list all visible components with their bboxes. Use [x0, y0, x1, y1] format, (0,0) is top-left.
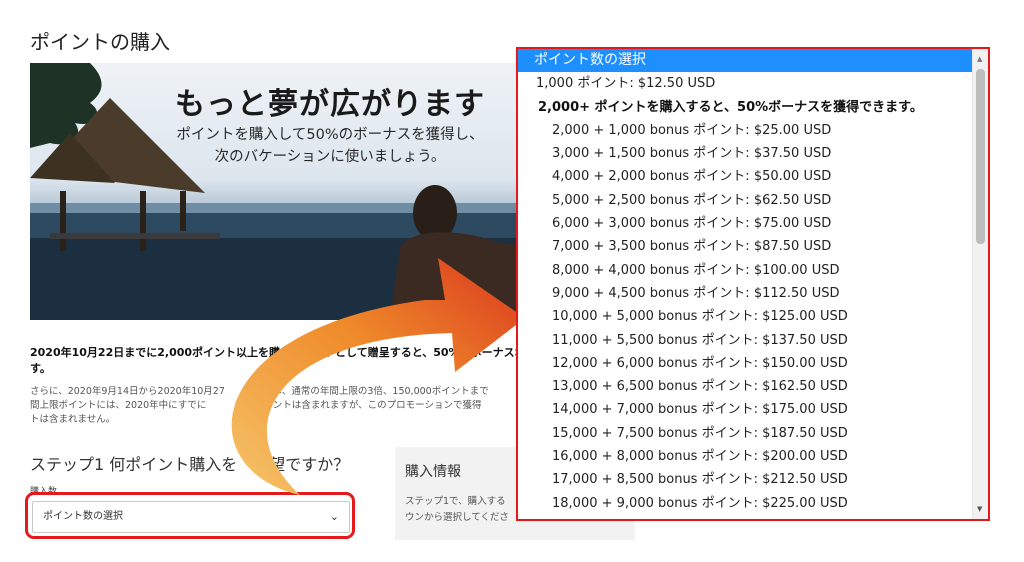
- scroll-down-icon[interactable]: ▼: [977, 505, 982, 513]
- dropdown-option[interactable]: 3,000 + 1,500 bonus ポイント: $37.50 USD: [518, 142, 974, 165]
- dropdown-option[interactable]: 7,000 + 3,500 bonus ポイント: $87.50 USD: [518, 235, 974, 258]
- dropdown-option[interactable]: 8,000 + 4,000 bonus ポイント: $100.00 USD: [518, 259, 974, 282]
- scrollbar-thumb[interactable]: [976, 69, 985, 244]
- dropdown-option[interactable]: 9,000 + 4,500 bonus ポイント: $112.50 USD: [518, 282, 974, 305]
- dropdown-option[interactable]: 6,000 + 3,000 bonus ポイント: $75.00 USD: [518, 212, 974, 235]
- dropdown-option[interactable]: 5,000 + 2,500 bonus ポイント: $62.50 USD: [518, 189, 974, 212]
- dropdown-option[interactable]: 14,000 + 7,000 bonus ポイント: $175.00 USD: [518, 398, 974, 421]
- arrow-shape: [231, 258, 525, 495]
- dropdown-option[interactable]: 18,000 + 9,000 bonus ポイント: $225.00 USD: [518, 492, 974, 515]
- dropdown-option[interactable]: 12,000 + 6,000 bonus ポイント: $150.00 USD: [518, 352, 974, 375]
- dropdown-option[interactable]: 2,000 + 1,000 bonus ポイント: $25.00 USD: [518, 119, 974, 142]
- dropdown-option[interactable]: 10,000 + 5,000 bonus ポイント: $125.00 USD: [518, 305, 974, 328]
- dropdown-option[interactable]: 17,000 + 8,500 bonus ポイント: $212.50 USD: [518, 468, 974, 491]
- dropdown-option[interactable]: 11,000 + 5,500 bonus ポイント: $137.50 USD: [518, 329, 974, 352]
- dropdown-group-label: 2,000+ ポイントを購入すると、50%ボーナスを獲得できます。: [538, 99, 923, 115]
- dropdown-option[interactable]: 1,000 ポイント: $12.50 USD: [518, 72, 974, 95]
- dropdown-options: ポイント数の選択 1,000 ポイント: $12.50 USD 2,000+ ポ…: [518, 49, 974, 515]
- dropdown-option[interactable]: 16,000 + 8,000 bonus ポイント: $200.00 USD: [518, 445, 974, 468]
- scroll-up-icon[interactable]: ▲: [977, 55, 982, 63]
- dropdown-option[interactable]: 4,000 + 2,000 bonus ポイント: $50.00 USD: [518, 165, 974, 188]
- dropdown-option[interactable]: 13,000 + 6,500 bonus ポイント: $162.50 USD: [518, 375, 974, 398]
- dropdown-scrollbar[interactable]: ▲ ▼: [972, 49, 988, 519]
- points-dropdown-list[interactable]: ポイント数の選択 1,000 ポイント: $12.50 USD 2,000+ ポ…: [516, 47, 990, 521]
- dropdown-option-selected[interactable]: ポイント数の選択: [518, 49, 974, 73]
- dropdown-option[interactable]: 15,000 + 7,500 bonus ポイント: $187.50 USD: [518, 422, 974, 445]
